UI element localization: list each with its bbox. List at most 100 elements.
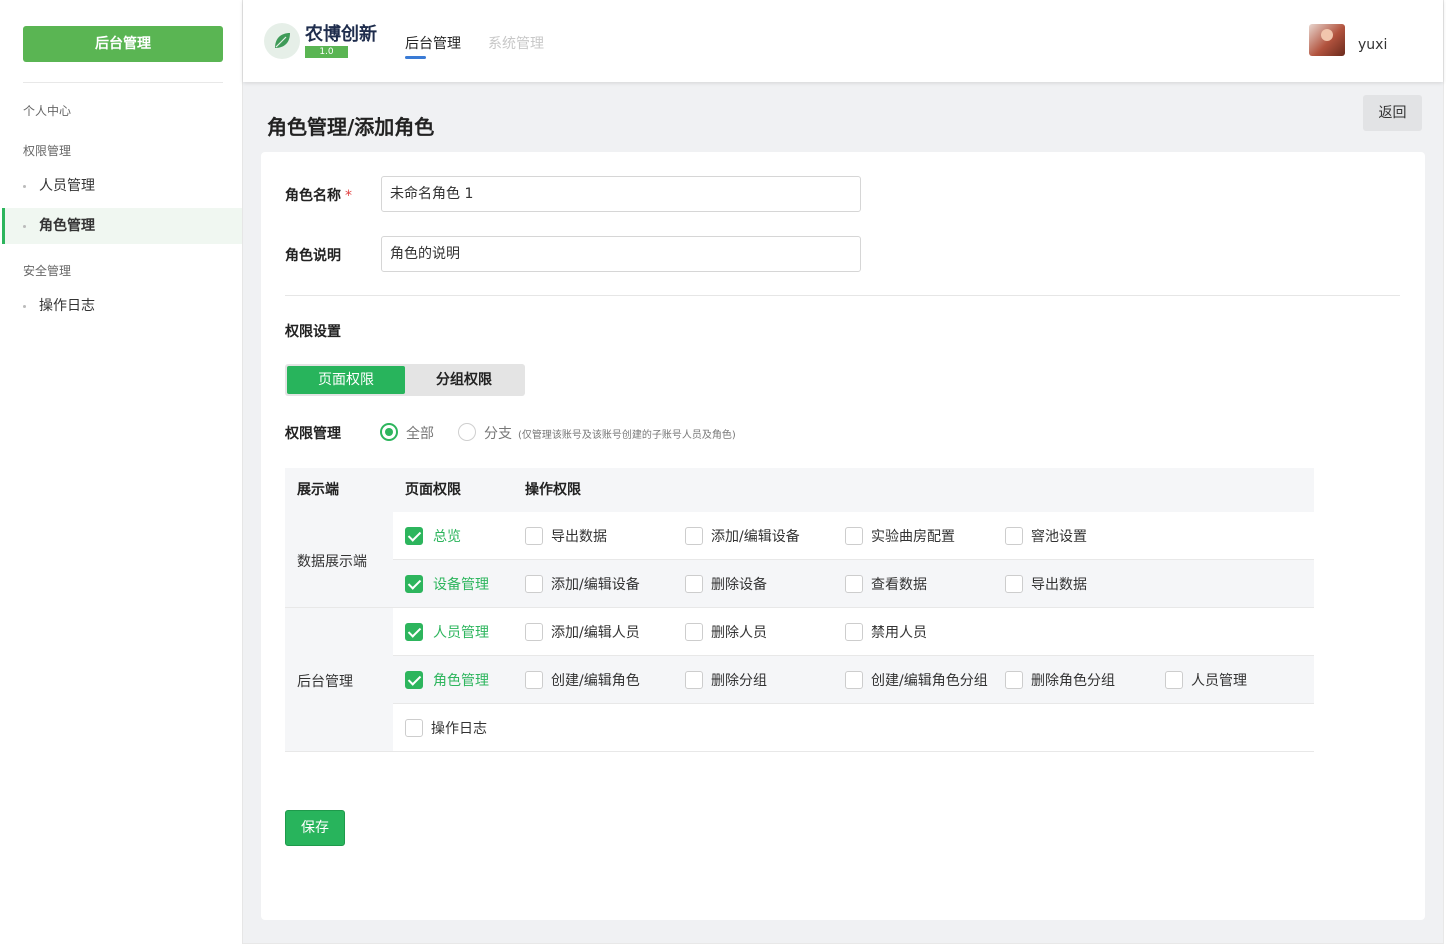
op-label: 删除设备	[711, 577, 767, 593]
sidebar-item-label: 操作日志	[39, 298, 95, 314]
scope-note: (仅管理该账号及该账号创建的子账号人员及角色)	[518, 430, 736, 441]
sidebar-item-label: 人员管理	[39, 178, 95, 194]
role-name-label: 角色名称 *	[285, 185, 352, 205]
op-label: 窨池设置	[1031, 529, 1087, 545]
op-checkbox[interactable]	[685, 623, 703, 641]
op-label: 添加/编辑设备	[711, 529, 800, 545]
radio-branch-label[interactable]: 分支 (仅管理该账号及该账号创建的子账号人员及角色)	[484, 423, 736, 443]
page-checkbox[interactable]	[405, 527, 423, 545]
role-desc-label: 角色说明	[285, 248, 341, 264]
header-page-permission: 页面权限	[405, 482, 461, 498]
page-label: 总览	[433, 529, 461, 545]
tab-system[interactable]: 系统管理	[488, 33, 544, 53]
role-name-input[interactable]: 未命名角色 1	[381, 176, 861, 212]
group-data-display-label: 数据展示端	[297, 554, 367, 570]
sidebar-top-button[interactable]: 后台管理	[23, 26, 223, 62]
save-button[interactable]: 保存	[285, 810, 345, 846]
group-backend: 后台管理	[285, 608, 393, 752]
op-checkbox[interactable]	[1165, 671, 1183, 689]
permission-section-title: 权限设置	[285, 324, 341, 340]
table-row: 设备管理 添加/编辑设备 删除设备 查看数据 导出数据	[393, 560, 1314, 608]
page-checkbox[interactable]	[405, 623, 423, 641]
page-checkbox[interactable]	[405, 575, 423, 593]
op-checkbox[interactable]	[1005, 671, 1023, 689]
table-row: 总览 导出数据 添加/编辑设备 实验曲房配置 窨池设置	[393, 512, 1314, 560]
scope-label: 权限管理	[285, 426, 341, 442]
op-label: 删除角色分组	[1031, 673, 1115, 689]
op-label: 添加/编辑人员	[551, 625, 640, 641]
op-label: 禁用人员	[871, 625, 927, 641]
sidebar-group-permission: 权限管理	[23, 144, 72, 158]
op-label: 导出数据	[1031, 577, 1087, 593]
op-label: 查看数据	[871, 577, 927, 593]
tab-group-permission[interactable]: 分组权限	[405, 366, 523, 394]
version-badge: 1.0	[305, 46, 348, 58]
active-tab-indicator	[405, 56, 426, 59]
brand-name: 农博创新	[305, 24, 377, 45]
radio-branch-text: 分支	[484, 426, 512, 442]
sidebar: 后台管理 个人中心 权限管理 人员管理 角色管理 安全管理 操作日志	[2, 0, 243, 944]
tab-page-permission[interactable]: 页面权限	[287, 366, 405, 394]
table-row: 操作日志	[393, 704, 1314, 752]
top-header: 农博创新 1.0 后台管理 系统管理 yuxi	[243, 0, 1443, 82]
op-checkbox[interactable]	[1005, 527, 1023, 545]
required-mark: *	[345, 188, 352, 204]
role-name-label-text: 角色名称	[285, 188, 341, 204]
leaf-icon	[275, 33, 290, 48]
header-operation-permission: 操作权限	[525, 482, 581, 498]
op-checkbox[interactable]	[685, 575, 703, 593]
op-checkbox[interactable]	[1005, 575, 1023, 593]
permission-type-switch: 页面权限 分组权限	[285, 364, 525, 396]
op-checkbox[interactable]	[525, 575, 543, 593]
page-label: 设备管理	[433, 577, 489, 593]
header-filler	[654, 468, 1314, 512]
page-label: 人员管理	[433, 625, 489, 641]
op-checkbox[interactable]	[845, 671, 863, 689]
group-data-display: 数据展示端	[285, 512, 393, 608]
op-label: 创建/编辑角色	[551, 673, 640, 689]
op-label: 导出数据	[551, 529, 607, 545]
radio-all-label[interactable]: 全部	[406, 423, 434, 443]
op-checkbox[interactable]	[685, 527, 703, 545]
op-checkbox[interactable]	[525, 623, 543, 641]
bullet-icon	[23, 225, 26, 228]
table-row: 人员管理 添加/编辑人员 删除人员 禁用人员	[393, 608, 1314, 656]
sidebar-divider	[23, 82, 223, 83]
tab-backend[interactable]: 后台管理	[405, 33, 461, 53]
op-label: 实验曲房配置	[871, 529, 955, 545]
sidebar-item-label: 角色管理	[39, 218, 95, 234]
logo	[264, 23, 300, 59]
page-title: 角色管理/添加角色	[267, 115, 435, 139]
sidebar-group-personal[interactable]: 个人中心	[23, 102, 71, 119]
op-label: 人员管理	[1191, 673, 1247, 689]
back-button[interactable]: 返回	[1363, 95, 1422, 131]
page-checkbox[interactable]	[405, 671, 423, 689]
page-label: 操作日志	[431, 721, 487, 737]
role-desc-input[interactable]: 角色的说明	[381, 236, 861, 272]
sidebar-item-users[interactable]: 人员管理	[2, 168, 242, 204]
op-label: 添加/编辑设备	[551, 577, 640, 593]
op-checkbox[interactable]	[845, 575, 863, 593]
avatar[interactable]	[1309, 24, 1345, 56]
bullet-icon	[23, 185, 26, 188]
op-label: 创建/编辑角色分组	[871, 673, 988, 689]
op-checkbox[interactable]	[845, 623, 863, 641]
sidebar-group-security: 安全管理	[23, 264, 72, 278]
radio-all[interactable]	[380, 423, 398, 441]
op-checkbox[interactable]	[685, 671, 703, 689]
op-checkbox[interactable]	[845, 527, 863, 545]
sidebar-item-logs[interactable]: 操作日志	[2, 288, 242, 324]
radio-branch[interactable]	[458, 423, 476, 441]
op-label: 删除分组	[711, 673, 767, 689]
op-checkbox[interactable]	[525, 671, 543, 689]
divider	[285, 295, 1400, 296]
page-checkbox[interactable]	[405, 719, 423, 737]
group-backend-label: 后台管理	[297, 674, 353, 690]
username[interactable]: yuxi	[1358, 37, 1387, 53]
page-label: 角色管理	[433, 673, 489, 689]
sidebar-item-roles[interactable]: 角色管理	[2, 208, 242, 244]
bullet-icon	[23, 305, 26, 308]
op-checkbox[interactable]	[525, 527, 543, 545]
table-row: 角色管理 创建/编辑角色 删除分组 创建/编辑角色分组 删除角色分组 人员管理	[393, 656, 1314, 704]
op-label: 删除人员	[711, 625, 767, 641]
